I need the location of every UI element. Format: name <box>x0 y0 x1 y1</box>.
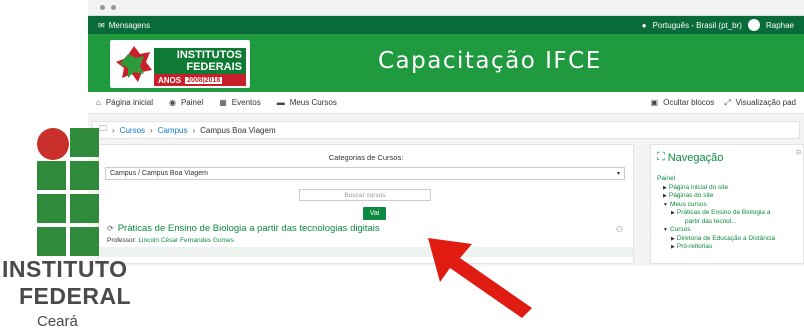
bullet-icon: ▶ <box>663 184 667 191</box>
nav-tree-dir1[interactable]: ▶ Diretoria de Educação a Distância <box>657 235 775 244</box>
logo-green-square <box>70 227 99 256</box>
logo-years: 2008|2018 <box>185 76 223 84</box>
instituto-federal-ceara-logo: INSTITUTO FEDERAL Ceará <box>0 128 150 333</box>
institutos-federais-logo[interactable]: INSTITUTOS FEDERAIS ANOS 2008|2018 <box>110 40 250 88</box>
nav-home-label: Página inicial <box>105 98 153 107</box>
expand-arrow-icon: ▶ <box>663 193 667 199</box>
top-bar: ✉ Mensagens ● Português - Brasil (pt_br)… <box>88 16 804 34</box>
nav-events-label: Eventos <box>231 98 261 107</box>
site-header: INSTITUTOS FEDERAIS ANOS 2008|2018 Capac… <box>88 34 804 92</box>
browser-address-bar <box>88 0 804 16</box>
expand-arrow-icon: ▶ <box>671 210 675 216</box>
blocks-icon: ▣ <box>650 98 659 107</box>
collapse-arrow-icon: ▼ <box>663 201 668 208</box>
panel-footer-strip <box>99 247 633 257</box>
collapse-arrow-icon: ▼ <box>663 227 668 233</box>
logo-green-square <box>37 194 66 223</box>
logo-text-instituto: INSTITUTO <box>2 256 128 282</box>
briefcase-icon: ▬ <box>276 98 285 107</box>
nav-my-courses[interactable]: ▬ Meus Cursos <box>277 98 337 107</box>
logo-text-block: INSTITUTOS FEDERAIS <box>154 48 246 74</box>
messages-menu[interactable]: ✉ Mensagens <box>98 21 150 30</box>
search-go-button[interactable]: Vai <box>363 207 386 220</box>
logo-line2: FEDERAIS <box>186 61 242 73</box>
calendar-icon: ▦ <box>219 98 227 107</box>
browser-dot <box>111 5 116 10</box>
nav-tree-course-line1: Práticas de Ensino de Biologia a <box>676 209 771 216</box>
nav-tree-courses[interactable]: ▼ Cursos <box>657 226 775 235</box>
browser-dot <box>100 5 105 10</box>
fullscreen-label: Visualização pad <box>735 98 796 107</box>
logo-anos-strip: ANOS 2008|2018 <box>154 74 246 86</box>
navigation-title: Navegação <box>667 151 724 164</box>
expand-icon: ⤢ <box>724 97 731 107</box>
messages-label: Mensagens <box>108 20 151 30</box>
site-title: Capacitação IFCE <box>378 48 602 74</box>
hide-blocks-button[interactable]: ▣ Ocultar blocos <box>651 98 715 107</box>
nav-tree-courses-label: Cursos <box>669 226 691 233</box>
category-select[interactable]: Campus / Campus Boa Viagem ▾ <box>105 167 625 180</box>
logo-green-square <box>70 194 99 223</box>
breadcrumb-current[interactable]: Campus Boa Viagem <box>200 126 275 135</box>
expand-arrow-icon: ▶ <box>671 235 675 242</box>
nav-tree-my-courses[interactable]: ▼ Meus cursos <box>657 201 775 210</box>
breadcrumb: 🗀 › Cursos › Campus › Campus Boa Viagem <box>92 121 800 139</box>
logo-leaf-icon <box>116 46 152 82</box>
breadcrumb-campus[interactable]: Campus <box>158 126 188 135</box>
logo-green-square <box>70 161 99 190</box>
home-icon: ⌂ <box>96 98 101 107</box>
breadcrumb-separator: › <box>192 125 196 135</box>
logo-green-square <box>37 161 66 190</box>
logo-text-ceara: Ceará <box>37 313 78 330</box>
nav-tree-dir2[interactable]: ▶ Pró-reitorias <box>657 243 775 252</box>
dashboard-icon: ◉ <box>168 98 176 107</box>
course-title: Práticas de Ensino de Biologia a partir … <box>117 223 380 234</box>
nav-my-courses-label: Meus Cursos <box>289 98 337 107</box>
globe-icon: ● <box>641 20 647 30</box>
logo-anos: ANOS <box>158 75 182 85</box>
block-actions-icon[interactable]: ⊟ <box>796 149 801 156</box>
nav-tree-my-courses-label: Meus cursos <box>669 200 707 208</box>
course-search-input[interactable]: Buscar cursos <box>299 189 431 201</box>
course-category-panel: Categorias de Cursos: Campus / Campus Bo… <box>98 144 634 264</box>
nav-events[interactable]: ▦ Eventos <box>219 98 260 107</box>
nav-home[interactable]: ⌂ Página inicial <box>96 98 153 107</box>
nav-tree-course[interactable]: ▶ Práticas de Ensino de Biologia a <box>657 209 775 218</box>
sitemap-icon: ⛶ <box>657 151 665 163</box>
chevron-down-icon: ▾ <box>616 171 620 177</box>
hide-blocks-label: Ocultar blocos <box>663 98 715 107</box>
expand-arrow-icon: ▶ <box>671 244 675 250</box>
nav-tree-site-pages[interactable]: ▶ Páginas do site <box>657 192 775 201</box>
logo-green-square <box>70 128 99 157</box>
categories-label: Categorias de Cursos: <box>328 153 404 162</box>
logo-line1: INSTITUTOS <box>176 49 242 61</box>
nav-dashboard-label: Painel <box>180 98 204 107</box>
navigation-tree: Painel ▶ Página inicial do site ▶ Páginas … <box>657 175 775 252</box>
screenshot-stage: ✉ Mensagens ● Português - Brasil (pt_br)… <box>0 0 804 333</box>
language-menu[interactable]: Português - Brasil (pt_br) <box>653 21 742 30</box>
teacher-name[interactable]: Lincoln César Fernandes Gomes <box>138 237 233 244</box>
logo-green-square <box>37 227 66 256</box>
breadcrumb-separator: › <box>150 125 153 135</box>
navigation-block: ⛶ Navegação ⊟ Painel ▶ Página inicial do … <box>650 144 804 264</box>
user-menu[interactable]: Raphae <box>766 21 794 30</box>
nav-tree-dir2-label: Pró-reitorias <box>676 243 713 250</box>
nav-tree-dashboard[interactable]: Painel <box>657 175 775 184</box>
logo-red-circle <box>37 128 69 160</box>
logo-text-federal: FEDERAL <box>19 283 132 309</box>
nav-tree-site-home-label: Página inicial do site <box>668 183 729 191</box>
navigation-header: ⛶ Navegação <box>657 151 723 164</box>
custom-menu: ⌂ Página inicial ◉ Painel ▦ Eventos ▬ Me… <box>88 92 804 114</box>
avatar[interactable] <box>747 19 760 31</box>
self-enrol-icon: ⚇ <box>615 225 623 234</box>
envelope-icon: ✉ <box>98 20 105 30</box>
red-arrow-icon <box>428 238 532 318</box>
nav-tree-course-line2: partir das tecnol... <box>685 217 737 225</box>
nav-dashboard[interactable]: ◉ Painel <box>169 98 203 107</box>
nav-tree-site-home[interactable]: ▶ Página inicial do site <box>657 184 775 193</box>
nav-tree-site-pages-label: Páginas do site <box>668 192 714 199</box>
nav-tree-dir1-label: Diretoria de Educação a Distância <box>676 234 776 242</box>
fullscreen-button[interactable]: ⤢ Visualização pad <box>724 98 796 108</box>
